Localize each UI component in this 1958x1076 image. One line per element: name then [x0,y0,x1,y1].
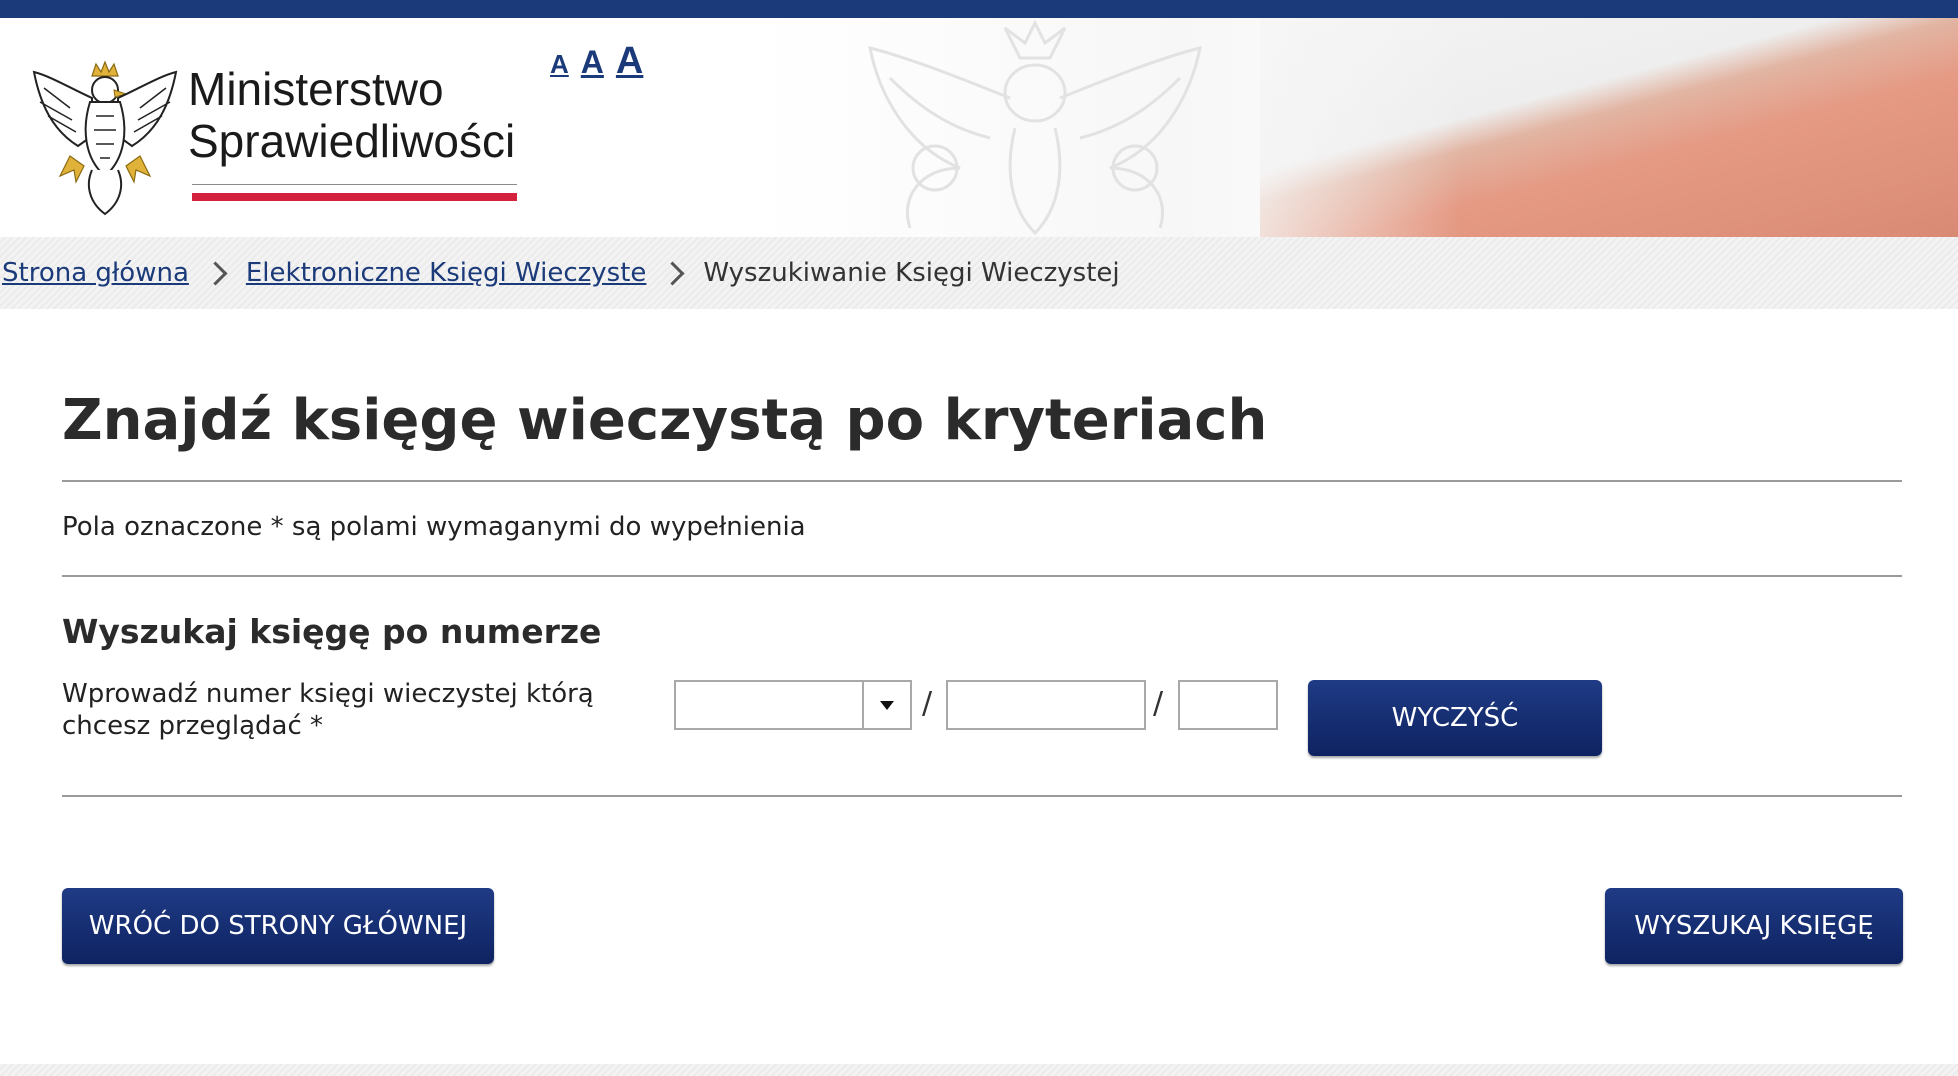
divider [62,795,1902,797]
dropdown-toggle[interactable] [862,682,910,728]
footer-strip [0,1064,1958,1076]
logo-line-1: Ministerstwo [188,63,444,115]
check-digit-input[interactable] [1178,680,1278,730]
dropdown-caret-icon [880,700,894,710]
chevron-right-icon [203,260,228,286]
separator-slash: / [1153,686,1164,721]
clear-button[interactable]: WYCZYŚĆ [1308,680,1602,756]
font-size-medium-link[interactable]: A [581,44,604,81]
required-fields-note: Pola oznaczone * są polami wymaganymi do… [62,512,806,542]
breadcrumb: Strona główna Elektroniczne Księgi Wiecz… [0,237,1958,309]
book-number-input[interactable] [946,680,1146,730]
logo-divider [192,184,517,185]
font-size-switcher: A A A [550,40,643,83]
font-size-small-link[interactable]: A [550,49,569,80]
back-to-home-button[interactable]: WRÓĆ DO STRONY GŁÓWNEJ [62,888,494,964]
search-book-button[interactable]: WYSZUKAJ KSIĘGĘ [1605,888,1903,964]
font-size-large-link[interactable]: A [616,40,643,83]
ministry-logo-text[interactable]: Ministerstwo Sprawiedliwości [188,63,515,167]
logo-red-stripe [192,193,517,201]
court-code-select[interactable] [674,680,912,730]
site-header: Ministerstwo Sprawiedliwości A A A [0,18,1958,237]
divider [62,575,1902,577]
breadcrumb-link-ekw[interactable]: Elektroniczne Księgi Wieczyste [246,258,647,288]
top-accent-bar [0,0,1958,18]
breadcrumb-link-home[interactable]: Strona główna [2,258,189,288]
page-title: Znajdź księgę wieczystą po kryteriach [62,388,1268,453]
chevron-right-icon [660,260,685,286]
eagle-emblem-icon [32,60,178,216]
separator-slash: / [922,686,933,721]
book-number-label: Wprowadź numer księgi wieczystej którą c… [62,679,594,741]
breadcrumb-current: Wyszukiwanie Księgi Wieczystej [703,258,1120,288]
section-title: Wyszukaj księgę po numerze [62,612,602,651]
logo-line-2: Sprawiedliwości [188,115,516,167]
eagle-watermark-icon [868,19,1202,236]
divider [62,480,1902,482]
